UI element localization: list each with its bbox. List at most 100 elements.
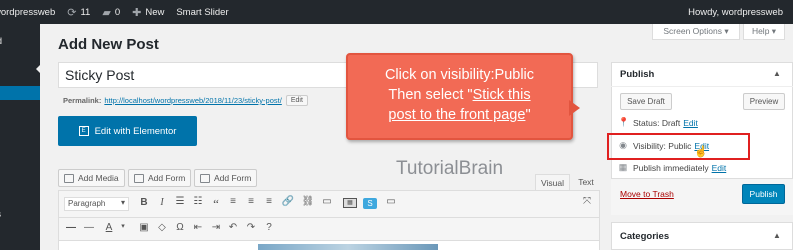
tab-text[interactable]: Text: [572, 174, 600, 190]
undo-icon[interactable]: ↶: [226, 222, 240, 233]
format-select[interactable]: Paragraph: [64, 197, 129, 211]
instruction-callout: Click on visibility:Public Then select "…: [346, 53, 573, 140]
help-tab[interactable]: Help ▾: [743, 24, 785, 40]
publish-time-label: Publish immediately: [633, 162, 709, 173]
align-right-icon[interactable]: ≡: [262, 196, 276, 207]
plus-icon: ✚: [132, 6, 142, 19]
help-icon[interactable]: ?: [262, 222, 276, 233]
bold-icon[interactable]: B: [137, 197, 151, 208]
menu-item-settings[interactable]: s: [0, 234, 40, 248]
categories-box-toggle-icon[interactable]: ▲: [773, 231, 781, 240]
status-row: 📍 Status: Draft Edit: [618, 117, 698, 128]
toolbar-toggle-icon[interactable]: ▦: [343, 198, 357, 208]
read-more-icon[interactable]: ▭: [320, 196, 334, 207]
form-shortcode-icon[interactable]: ▭: [384, 196, 398, 207]
add-form-button[interactable]: Add Form: [128, 169, 192, 187]
elementor-icon: E: [78, 126, 89, 136]
add-form-button-2[interactable]: Add Form: [194, 169, 258, 187]
publish-box-toggle-icon[interactable]: ▲: [773, 69, 781, 78]
callout-line-2: Then select "Stick this: [348, 85, 571, 105]
updates-count: 11: [80, 6, 91, 18]
permalink-url-link[interactable]: http://localhost/wordpressweb/2018/11/23…: [104, 96, 281, 105]
save-draft-button[interactable]: Save Draft: [620, 93, 672, 110]
special-character-icon[interactable]: Ω: [173, 222, 187, 233]
permalink-label: Permalink:: [63, 96, 102, 105]
pin-icon: 📍: [618, 117, 630, 127]
callout-line-3: post to the front page": [348, 105, 571, 125]
admin-menu: rd ts s: [0, 24, 40, 250]
fullscreen-icon[interactable]: ⤧: [580, 196, 594, 207]
howdy-account-link[interactable]: Howdy, wordpressweb: [688, 0, 783, 24]
menu-item-dashboard[interactable]: rd: [0, 36, 40, 50]
updates-link[interactable]: ⟳ 11: [67, 6, 90, 19]
form-icon: [134, 173, 144, 183]
clear-formatting-icon[interactable]: ◇: [155, 222, 169, 233]
site-name: wordpressweb: [0, 6, 56, 18]
add-form-label: Add Form: [214, 173, 252, 183]
indent-icon[interactable]: ⇥: [209, 222, 223, 233]
callout-stick-link-text: Stick this: [472, 87, 531, 103]
form-icon: [200, 173, 210, 183]
blockquote-icon[interactable]: “: [209, 196, 223, 212]
redo-icon[interactable]: ↷: [244, 222, 258, 233]
callout-line-2-prefix: Then select ": [388, 87, 473, 103]
unlink-icon[interactable]: ⛓: [301, 196, 315, 207]
editor-image: [258, 244, 438, 250]
comments-link[interactable]: ▰ 0: [102, 6, 120, 19]
outdent-icon[interactable]: ⇤: [191, 222, 205, 233]
edit-with-elementor-button[interactable]: E Edit with Elementor: [58, 116, 197, 146]
site-name-link[interactable]: wordpressweb: [0, 7, 55, 18]
horizontal-line-icon[interactable]: —: [82, 222, 96, 233]
menu-item-posts-current[interactable]: [0, 86, 40, 100]
new-label: New: [145, 6, 165, 18]
link-icon[interactable]: 🔗: [281, 196, 295, 207]
status-label: Status: Draft: [633, 117, 681, 128]
add-media-label: Add Media: [78, 173, 119, 183]
numbered-list-icon[interactable]: ☷: [191, 196, 205, 207]
menu-item-posts-sub[interactable]: ts: [0, 209, 40, 223]
comments-count: 0: [114, 6, 121, 18]
comment-icon: ▰: [102, 6, 111, 19]
text-color-icon[interactable]: A: [102, 222, 116, 233]
smart-slider-label: Smart Slider: [176, 6, 229, 18]
categories-box-title: Categories: [620, 231, 670, 242]
callout-line-3-suffix: ": [525, 107, 531, 123]
add-media-button[interactable]: Add Media: [58, 169, 125, 187]
menu-item-label: ts: [0, 209, 1, 219]
edit-with-elementor-label: Edit with Elementor: [94, 125, 177, 137]
plugin-s-icon[interactable]: S: [363, 198, 377, 209]
tab-visual[interactable]: Visual: [535, 174, 570, 190]
updates-icon: ⟳: [67, 6, 77, 19]
visibility-highlight-box: [607, 133, 750, 160]
smart-slider-link[interactable]: Smart Slider: [176, 7, 228, 18]
screen-options-tab[interactable]: Screen Options ▾: [652, 24, 740, 40]
strikethrough-icon[interactable]: —: [64, 222, 78, 233]
bullet-list-icon[interactable]: ☰: [173, 196, 187, 207]
align-center-icon[interactable]: ≡: [244, 196, 258, 207]
admin-bar: wordpressweb ⟳ 11 ▰ 0 ✚ New Smart Slider…: [0, 0, 793, 24]
preview-button[interactable]: Preview: [743, 93, 785, 110]
page-title: Add New Post: [58, 36, 159, 53]
publish-time-row: ▦ Publish immediately Edit: [618, 162, 727, 173]
italic-icon[interactable]: I: [155, 197, 169, 208]
move-to-trash-link[interactable]: Move to Trash: [620, 189, 674, 199]
callout-front-page-link-text: post to the front page: [388, 107, 526, 123]
hand-cursor-icon: ☝: [694, 146, 708, 158]
howdy-text: Howdy, wordpressweb: [688, 6, 783, 18]
callout-pointer: [569, 100, 580, 116]
publish-button[interactable]: Publish: [742, 184, 785, 204]
callout-line-1: Click on visibility:Public: [384, 67, 535, 83]
align-left-icon[interactable]: ≡: [226, 196, 240, 207]
add-form-label: Add Form: [148, 173, 186, 183]
current-menu-arrow: [36, 64, 41, 74]
publish-box-title: Publish: [620, 69, 655, 80]
new-content-link[interactable]: ✚ New: [132, 6, 164, 19]
status-edit-link[interactable]: Edit: [683, 118, 698, 128]
publish-box-divider: [611, 86, 793, 87]
tutorialbrain-watermark: TutorialBrain: [396, 158, 504, 179]
paste-text-icon[interactable]: ▣: [137, 222, 151, 233]
calendar-icon: ▦: [618, 162, 628, 172]
publish-time-edit-link[interactable]: Edit: [712, 163, 727, 173]
chevron-down-icon[interactable]: ▾: [116, 222, 130, 230]
permalink-edit-button[interactable]: Edit: [285, 95, 308, 106]
